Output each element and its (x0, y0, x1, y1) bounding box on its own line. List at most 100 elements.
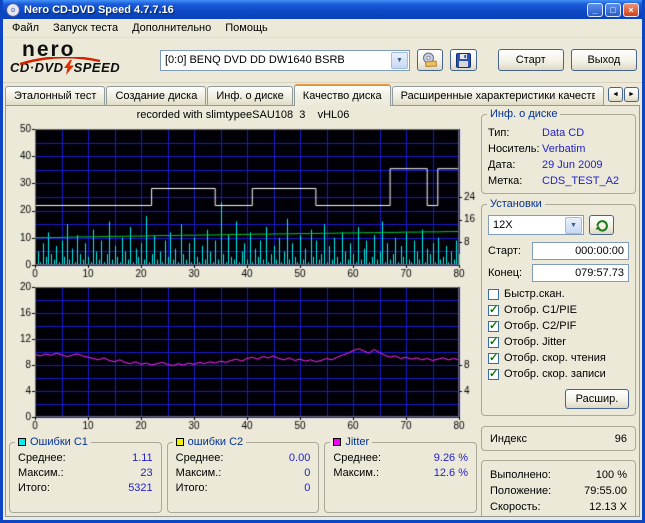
stat-row: Максим.: 0 (174, 466, 313, 481)
tab-scroll-left-button[interactable]: ◄ (608, 87, 623, 102)
disc-info-row: Носитель: Verbatim (488, 141, 629, 157)
close-button[interactable]: × (623, 2, 639, 17)
checkbox-show-c1[interactable]: ✓ Отобр. C1/PIE (488, 302, 629, 318)
tab-disc-quality[interactable]: Качество диска (293, 84, 391, 106)
c2-max-value: 0 (304, 467, 311, 479)
checkbox-fast-scan[interactable]: Быстр.скан. (488, 286, 629, 302)
jitter-legend: Jitter (330, 436, 373, 448)
disc-label-value: CDS_TEST_A2 (542, 175, 620, 187)
stat-row: Максим.: 23 (16, 466, 155, 481)
start-position-row: Старт: 000:00:00 (488, 242, 629, 260)
show-read-speed-checkbox[interactable]: ✓ (488, 351, 499, 364)
refresh-button[interactable] (589, 215, 614, 235)
show-write-speed-checkbox[interactable]: ✓ (488, 367, 499, 380)
speed-select[interactable]: 12X ▼ (488, 215, 584, 235)
speed-select-value: 12X (493, 219, 513, 231)
c2-avg-label: Среднее: (175, 452, 224, 464)
tab-create-disc[interactable]: Создание диска (106, 86, 207, 105)
show-c1-label: Отобр. C1/PIE (504, 304, 577, 316)
c1-avg-value: 1.11 (132, 452, 153, 464)
drive-select-arrow-icon[interactable]: ▼ (391, 51, 408, 69)
check-icon: ✓ (489, 319, 499, 332)
progress-row: Выполнено: 100 % (490, 467, 627, 483)
tab-scroll-right-button[interactable]: ► (624, 87, 639, 102)
tab-advanced-quality[interactable]: Расширенные характеристики качества дис (391, 86, 604, 105)
exit-button[interactable]: Выход (570, 49, 637, 71)
tab-benchmark[interactable]: Эталонный тест (5, 86, 106, 105)
checkbox-show-write-speed[interactable]: ✓ Отобр. скор. записи (488, 366, 629, 382)
stat-row: Максим.: 12.6 % (331, 466, 470, 481)
nero-swoosh (19, 57, 101, 66)
checkbox-show-jitter[interactable]: ✓ Отобр. Jitter (488, 334, 629, 350)
stat-row: Среднее: 0.00 (174, 451, 313, 466)
tab-create-disc-label: Создание диска (115, 90, 198, 102)
quality-chart-top (9, 123, 477, 281)
drive-select[interactable]: [0:0] BENQ DVD DD DW1640 BSRB ▼ (160, 49, 410, 71)
speed-select-arrow-icon[interactable]: ▼ (565, 216, 582, 234)
check-icon: ✓ (489, 303, 499, 316)
c1-max-label: Максим.: (18, 467, 64, 479)
speed-row: 12X ▼ (488, 215, 629, 235)
charts-column: recorded with slimtypeeSAU108 3 vHL06 Ош… (9, 109, 478, 513)
quality-chart-bottom (9, 281, 477, 433)
start-button[interactable]: Старт (497, 49, 564, 71)
recording-drive-note: recorded with slimtypeeSAU108 3 vHL06 (136, 109, 350, 121)
speed-value: 12.13 X (589, 501, 627, 513)
menu-file[interactable]: Файл (5, 20, 46, 36)
start-position-label: Старт: (488, 245, 521, 257)
check-icon: ✓ (489, 351, 499, 364)
checkbox-show-read-speed[interactable]: ✓ Отобр. скор. чтения (488, 350, 629, 366)
fast-scan-checkbox[interactable] (488, 288, 499, 300)
disc-label-label: Метка: (488, 175, 523, 187)
c1-total-value: 5321 (128, 482, 153, 494)
tab-scroll-arrows: ◄ ► (608, 87, 639, 102)
save-icon (455, 52, 471, 68)
menu-extra[interactable]: Дополнительно (125, 20, 218, 36)
show-c1-checkbox[interactable]: ✓ (488, 303, 499, 316)
end-position-field[interactable]: 079:57.73 (532, 264, 629, 282)
jitter-max-label: Максим.: (333, 467, 380, 479)
title-bar[interactable]: Nero CD-DVD Speed 4.7.7.16 _ □ × (3, 0, 642, 19)
tab-disc-info-label: Инф. о диске (216, 90, 284, 102)
position-value: 79:55.00 (584, 485, 627, 497)
menu-help[interactable]: Помощь (218, 20, 275, 36)
maximize-button[interactable]: □ (605, 2, 621, 17)
hand-disc-icon (423, 52, 438, 68)
settings-legend: Установки (487, 198, 545, 210)
c1-errors-title: Ошибки C1 (30, 436, 88, 448)
show-read-speed-label: Отобр. скор. чтения (504, 352, 606, 364)
disc-date-label: Дата: (488, 159, 516, 171)
drive-select-value: [0:0] BENQ DVD DD DW1640 BSRB (165, 54, 345, 66)
minimize-button[interactable]: _ (587, 2, 603, 17)
jitter-color-swatch (333, 438, 342, 446)
show-c2-label: Отобр. C2/PIF (504, 320, 577, 332)
progress-group: Выполнено: 100 % Положение: 79:55.00 Скоро… (481, 460, 636, 516)
end-position-row: Конец: 079:57.73 (488, 264, 629, 282)
jitter-group: Jitter Среднее: 9.26 % Максим.: 12.6 % (324, 436, 478, 513)
stat-row: Итого: 0 (174, 481, 313, 496)
checkbox-show-c2[interactable]: ✓ Отобр. C2/PIF (488, 318, 629, 334)
menu-run-test[interactable]: Запуск теста (46, 20, 125, 36)
jitter-avg-value: 9.26 % (433, 452, 469, 464)
tab-disc-info[interactable]: Инф. о диске (207, 86, 293, 105)
c1-total-label: Итого: (18, 482, 50, 494)
disc-media-label: Носитель: (488, 143, 540, 155)
save-button[interactable] (450, 49, 477, 71)
check-icon: ✓ (489, 367, 499, 380)
show-jitter-checkbox[interactable]: ✓ (488, 336, 499, 348)
settings-group: Установки 12X ▼ Старт: 000:00:00 Конец: … (481, 198, 636, 416)
disc-media-value: Verbatim (542, 143, 586, 155)
advanced-button[interactable]: Расшир. (565, 389, 629, 409)
show-c2-checkbox[interactable]: ✓ (488, 319, 499, 332)
tab-benchmark-label: Эталонный тест (14, 90, 97, 102)
menu-bar: Файл Запуск теста Дополнительно Помощь (3, 19, 642, 38)
disc-hand-button[interactable] (417, 49, 444, 71)
c1-color-swatch (18, 438, 26, 446)
start-position-field[interactable]: 000:00:00 (532, 242, 629, 260)
c2-avg-value: 0.00 (288, 452, 311, 464)
c2-errors-group: ошибки C2 Среднее: 0.00 Максим.: 0 Итого: 0 (166, 436, 320, 513)
stat-row: Итого: 5321 (16, 481, 155, 496)
refresh-icon (595, 220, 608, 232)
index-label: Индекс (490, 432, 527, 445)
c1-errors-group: Ошибки C1 Среднее: 1.11 Максим.: 23 Итого:… (9, 436, 162, 513)
